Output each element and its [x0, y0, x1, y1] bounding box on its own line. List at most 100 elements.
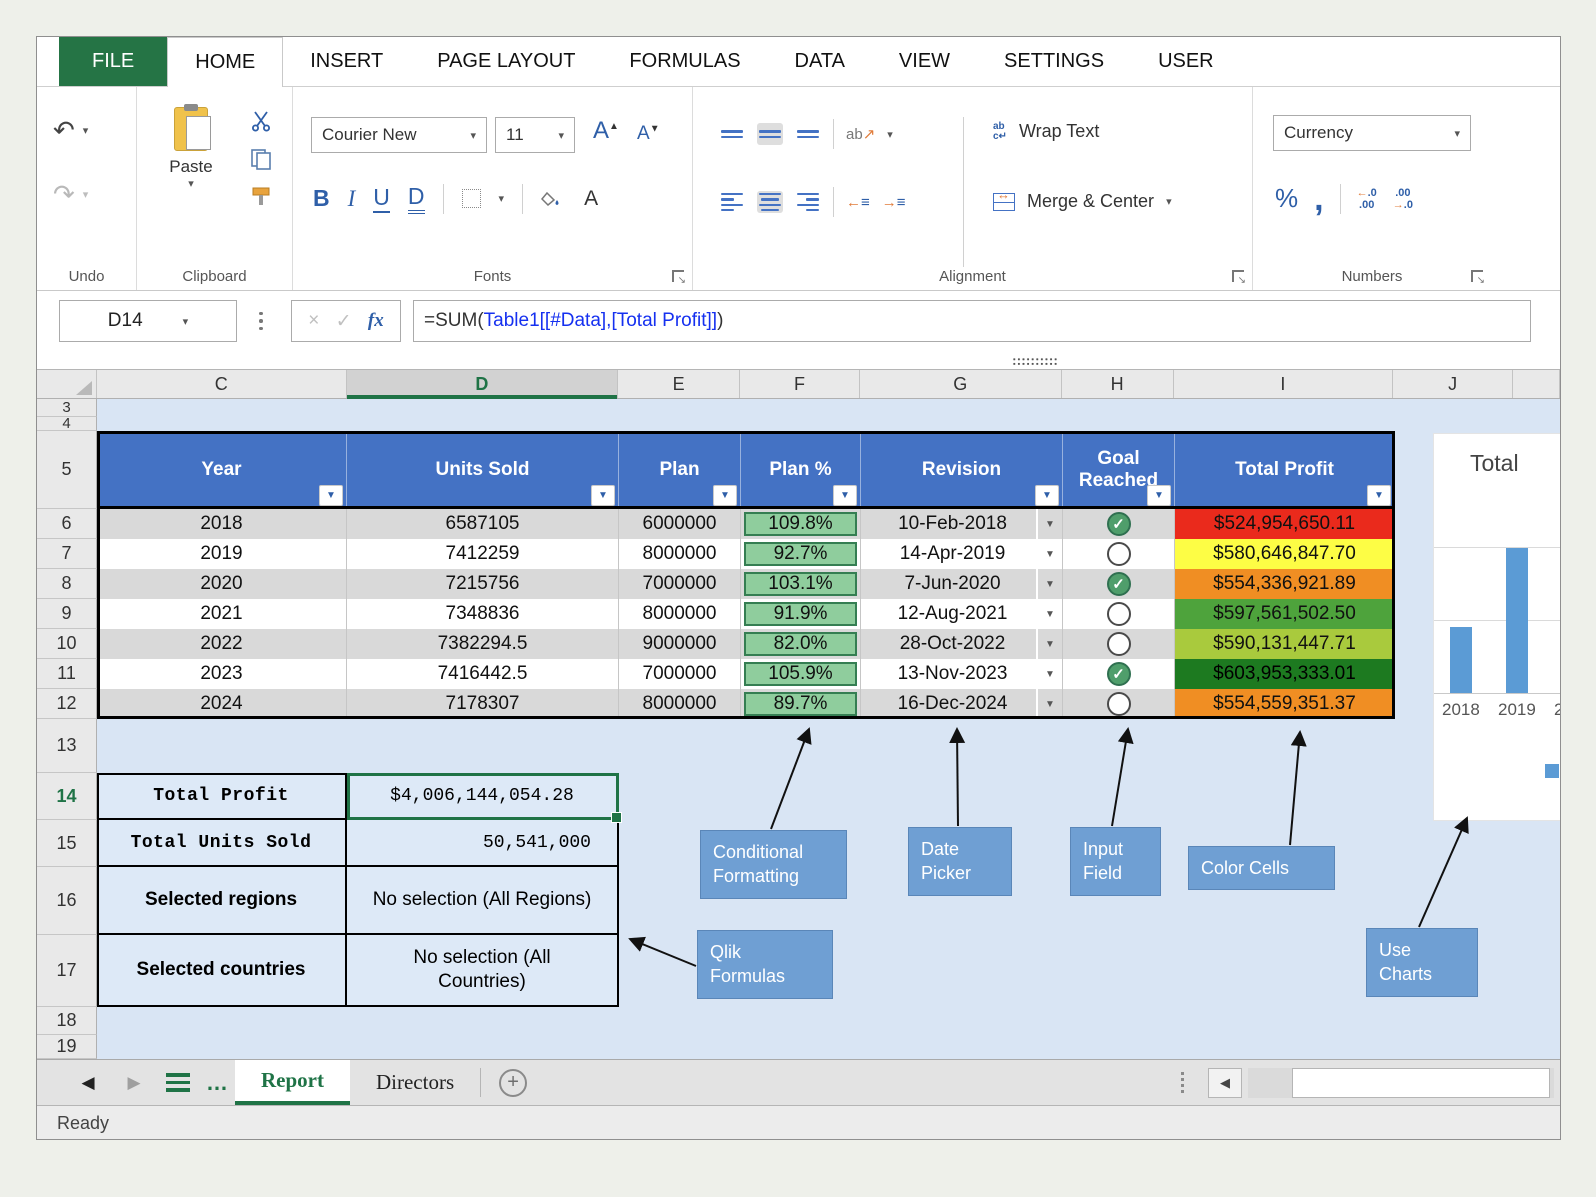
plan-pct-cell[interactable]: 103.1% [741, 569, 861, 599]
date-picker-arrow-icon[interactable]: ▼ [1036, 599, 1062, 629]
increase-font-button[interactable]: A▲ [593, 117, 619, 145]
decrease-font-button[interactable]: A▼ [637, 123, 660, 145]
font-size-select[interactable]: 11 ▾ [495, 117, 575, 153]
goal-reached-toggle[interactable] [1106, 512, 1131, 536]
bold-button[interactable]: B [313, 185, 330, 212]
row-header-18[interactable]: 18 [37, 1007, 97, 1035]
copy-icon[interactable] [249, 147, 273, 171]
column-header-c[interactable]: C [97, 370, 347, 398]
row-header-9[interactable]: 9 [37, 599, 97, 629]
filter-button[interactable]: ▼ [1147, 485, 1171, 506]
year-cell[interactable]: 2020 [97, 569, 347, 599]
comma-style-button[interactable]: , [1314, 182, 1323, 216]
sheet-scroll-left-icon[interactable]: ◀ [65, 1060, 111, 1105]
row-header-14[interactable]: 14 [37, 773, 97, 820]
units-sold-cell[interactable]: 7178307 [347, 689, 619, 719]
align-center-icon[interactable] [757, 191, 783, 213]
increase-indent-icon[interactable]: →≡ [882, 194, 906, 211]
plan-cell[interactable]: 7000000 [619, 569, 741, 599]
number-format-select[interactable]: Currency ▾ [1273, 115, 1471, 151]
sheet-tab-directors[interactable]: Directors [350, 1060, 480, 1105]
plan-pct-cell[interactable]: 89.7% [741, 689, 861, 719]
units-sold-cell[interactable]: 7416442.5 [347, 659, 619, 689]
formula-input[interactable]: =SUM(Table1[[#Data],[Total Profit]]) [413, 300, 1531, 342]
column-header-e[interactable]: E [618, 370, 741, 398]
units-sold-cell[interactable]: 7348836 [347, 599, 619, 629]
date-picker-arrow-icon[interactable]: ▼ [1036, 689, 1062, 719]
year-cell[interactable]: 2024 [97, 689, 347, 719]
summary-value-selected-regions[interactable]: No selection (All Regions) [347, 867, 619, 935]
scrollbar-splitter-icon[interactable] [1181, 1072, 1184, 1093]
goal-cell[interactable] [1063, 659, 1175, 689]
summary-value-total-units[interactable]: 50,541,000 [347, 820, 619, 867]
percent-style-button[interactable]: % [1275, 183, 1298, 214]
column-header-d[interactable]: D [346, 370, 619, 399]
goal-reached-toggle[interactable] [1106, 662, 1131, 686]
row-header-4[interactable]: 4 [37, 417, 97, 431]
plan-pct-cell[interactable]: 109.8% [741, 509, 861, 539]
decrease-decimal-icon[interactable]: ←.0.00 [1357, 187, 1377, 211]
insert-function-button[interactable]: fx [368, 310, 384, 332]
sheet-scroll-right-icon[interactable]: ▶ [111, 1060, 157, 1105]
tab-page-layout[interactable]: PAGE LAYOUT [410, 37, 602, 86]
year-cell[interactable]: 2023 [97, 659, 347, 689]
orientation-icon[interactable]: ab↗ [846, 125, 875, 143]
date-picker-arrow-icon[interactable]: ▼ [1036, 509, 1062, 539]
total-profit-cell[interactable]: $554,559,351.37 [1175, 689, 1395, 719]
row-header-10[interactable]: 10 [37, 629, 97, 659]
align-bottom-icon[interactable] [795, 123, 821, 145]
row-header-6[interactable]: 6 [37, 509, 97, 539]
underline-button[interactable]: U [373, 184, 390, 213]
summary-value-total-profit[interactable]: $4,006,144,054.28 [347, 773, 619, 820]
units-sold-cell[interactable]: 7382294.5 [347, 629, 619, 659]
plan-pct-cell[interactable]: 92.7% [741, 539, 861, 569]
hscroll-left-button[interactable]: ◀ [1208, 1067, 1242, 1098]
decrease-indent-icon[interactable]: ←≡ [846, 194, 870, 211]
revision-cell[interactable]: 16-Dec-2024 ▼ [861, 689, 1063, 719]
plan-pct-cell[interactable]: 91.9% [741, 599, 861, 629]
plan-cell[interactable]: 8000000 [619, 599, 741, 629]
column-header-h[interactable]: H [1062, 370, 1174, 398]
table-header-goal-reached[interactable]: Goal Reached ▼ [1063, 431, 1175, 509]
revision-cell[interactable]: 13-Nov-2023 ▼ [861, 659, 1063, 689]
filter-button[interactable]: ▼ [833, 485, 857, 506]
units-sold-cell[interactable]: 7412259 [347, 539, 619, 569]
revision-cell[interactable]: 14-Apr-2019 ▼ [861, 539, 1063, 569]
date-picker-arrow-icon[interactable]: ▼ [1036, 539, 1062, 569]
table-header-total-profit[interactable]: Total Profit ▼ [1175, 431, 1395, 509]
merge-center-button[interactable]: Merge & Center [1027, 191, 1154, 212]
row-header-11[interactable]: 11 [37, 659, 97, 689]
row-header-5[interactable]: 5 [37, 431, 97, 509]
font-name-select[interactable]: Courier New ▾ [311, 117, 487, 153]
align-middle-icon[interactable] [757, 123, 783, 145]
formula-bar-resize-handle[interactable] [1012, 357, 1058, 365]
tab-view[interactable]: VIEW [872, 37, 977, 86]
total-profit-cell[interactable]: $603,953,333.01 [1175, 659, 1395, 689]
table-header-revision[interactable]: Revision ▼ [861, 431, 1063, 509]
revision-cell[interactable]: 10-Feb-2018 ▼ [861, 509, 1063, 539]
cut-icon[interactable] [249, 109, 273, 133]
chevron-down-icon[interactable]: ▾ [183, 315, 189, 328]
revision-cell[interactable]: 12-Aug-2021 ▼ [861, 599, 1063, 629]
table-header-plan-pct[interactable]: Plan % ▼ [741, 431, 861, 509]
chevron-down-icon[interactable]: ▾ [83, 124, 89, 137]
formula-bar-handle-icon[interactable] [259, 311, 263, 331]
summary-label-selected-countries[interactable]: Selected countries [97, 935, 347, 1007]
goal-cell[interactable] [1063, 599, 1175, 629]
cancel-icon[interactable]: × [308, 310, 319, 332]
date-picker-arrow-icon[interactable]: ▼ [1036, 629, 1062, 659]
revision-cell[interactable]: 7-Jun-2020 ▼ [861, 569, 1063, 599]
align-left-icon[interactable] [719, 191, 745, 213]
table-header-year[interactable]: Year ▼ [97, 431, 347, 509]
goal-reached-toggle[interactable] [1106, 572, 1131, 596]
date-picker-arrow-icon[interactable]: ▼ [1036, 569, 1062, 599]
goal-cell[interactable] [1063, 509, 1175, 539]
chevron-down-icon[interactable]: ▾ [1166, 195, 1172, 208]
column-header-f[interactable]: F [740, 370, 860, 398]
units-sold-cell[interactable]: 6587105 [347, 509, 619, 539]
units-sold-cell[interactable]: 7215756 [347, 569, 619, 599]
summary-label-selected-regions[interactable]: Selected regions [97, 867, 347, 935]
total-profit-cell[interactable]: $590,131,447.71 [1175, 629, 1395, 659]
align-top-icon[interactable] [719, 123, 745, 145]
chevron-down-icon[interactable]: ▾ [83, 188, 89, 201]
